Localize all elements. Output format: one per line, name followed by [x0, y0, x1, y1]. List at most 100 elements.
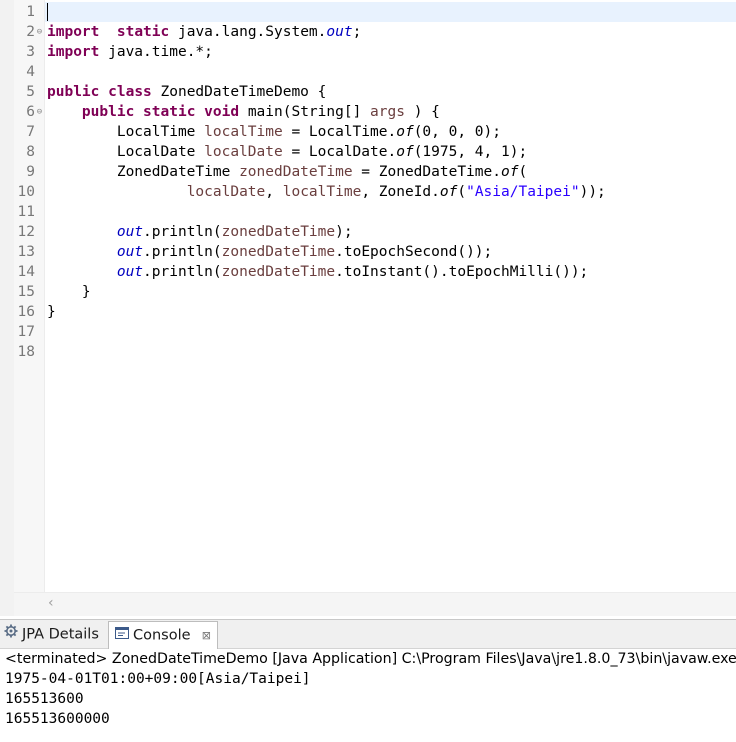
code-token: class — [108, 84, 152, 100]
code-token: = LocalTime. — [282, 124, 397, 140]
line-number: 13 — [17, 244, 35, 260]
code-line[interactable]: localDate, localTime, ZoneId.of("Asia/Ta… — [47, 182, 606, 202]
code-line[interactable]: public class ZonedDateTimeDemo { — [47, 82, 326, 102]
console-panel: JPA Details Console ⊠ <terminated> Zoned… — [0, 619, 736, 742]
code-token: zonedDateTime — [239, 164, 353, 180]
code-token: java.time.*; — [99, 44, 213, 60]
code-token: localDate — [186, 184, 266, 200]
line-number: 4 — [26, 64, 35, 80]
fold-toggle-icon[interactable]: ⊖ — [35, 22, 44, 42]
editor-left-ruler — [0, 0, 15, 616]
console-output-line: 1975-04-01T01:00+09:00[Asia/Taipei] — [5, 671, 311, 687]
line-number: 10 — [17, 184, 35, 200]
line-number: 16 — [17, 304, 35, 320]
code-line[interactable]: LocalTime localTime = LocalTime.of(0, 0,… — [47, 122, 501, 142]
code-token: zonedDateTime — [221, 244, 336, 260]
console-output-line: 165513600000 — [5, 711, 110, 727]
fold-toggle-icon[interactable]: ⊖ — [35, 102, 44, 122]
code-token: = LocalDate. — [282, 144, 397, 160]
code-token: ) { — [404, 104, 440, 120]
code-token: LocalTime — [47, 124, 205, 140]
code-token: of — [396, 144, 414, 160]
code-token: (0, 0, 0); — [413, 124, 501, 140]
code-token: zonedDateTime — [221, 264, 336, 280]
code-line[interactable]: out.println(zonedDateTime.toInstant().to… — [47, 262, 588, 282]
code-token: } — [47, 284, 91, 300]
line-number: 1 — [26, 4, 35, 20]
line-number: 14 — [17, 264, 35, 280]
code-token: ZonedDateTime — [47, 164, 240, 180]
code-line[interactable]: import java.time.*; — [47, 42, 213, 62]
console-icon — [115, 622, 129, 649]
code-token: import — [47, 24, 100, 40]
code-line[interactable]: out.println(zonedDateTime.toEpochSecond(… — [47, 242, 492, 262]
code-line[interactable]: } — [47, 302, 56, 322]
tab-console-label: Console — [133, 627, 191, 644]
code-line[interactable]: } — [47, 282, 91, 302]
line-number: 2 — [26, 24, 35, 40]
code-editor[interactable]: 1 2 ⊖ 3 4 5 6 ⊖ 7 8 9 10 11 12 13 14 15 16 17 18 import sta… — [0, 0, 736, 616]
tab-console[interactable]: Console ⊠ — [108, 621, 218, 649]
code-token: ( — [457, 184, 467, 200]
code-token: void — [204, 104, 240, 120]
line-number: 11 — [17, 204, 35, 220]
code-token: LocalDate — [47, 144, 205, 160]
code-token: ; — [352, 24, 362, 40]
code-token: args — [370, 104, 405, 120]
code-token: localDate — [204, 144, 283, 160]
code-token: , — [265, 184, 283, 200]
console-output-line: 165513600 — [5, 691, 84, 707]
line-number: 17 — [17, 324, 35, 340]
code-token: java.lang.System. — [169, 24, 327, 40]
tab-jpa-details[interactable]: JPA Details — [4, 622, 103, 647]
code-line[interactable]: import static java.lang.System.out; — [47, 22, 361, 42]
code-token: ); — [335, 224, 353, 240]
code-token: = ZonedDateTime. — [352, 164, 501, 180]
code-token: import — [47, 44, 100, 60]
code-token: .toEpochSecond()); — [335, 244, 493, 260]
code-token: .println( — [143, 264, 222, 280]
code-token: .toInstant().toEpochMilli()); — [335, 264, 589, 280]
code-token: out — [326, 24, 353, 40]
tab-jpa-details-label: JPA Details — [22, 626, 99, 643]
scroll-left-arrow-icon[interactable]: ‹ — [48, 595, 54, 611]
code-token: ZonedDateTimeDemo { — [151, 84, 327, 100]
gear-icon — [4, 622, 18, 647]
line-number: 3 — [26, 44, 35, 60]
code-token: out — [116, 264, 144, 280]
code-token: localTime — [204, 124, 283, 140]
code-token: , ZoneId. — [361, 184, 440, 200]
line-number: 6 — [26, 104, 35, 120]
code-token: of — [396, 124, 414, 140]
line-number: 5 — [26, 84, 35, 100]
code-token: public — [81, 104, 135, 120]
line-number: 7 — [26, 124, 35, 140]
code-token: "Asia/Taipei" — [466, 184, 580, 200]
code-token: out — [116, 224, 144, 240]
code-token: of — [500, 164, 519, 180]
line-number: 18 — [17, 344, 35, 360]
code-line[interactable]: ZonedDateTime zonedDateTime = ZonedDateT… — [47, 162, 527, 182]
code-line[interactable]: public static void main(String[] args ) … — [47, 102, 440, 122]
line-number: 9 — [26, 164, 35, 180]
horizontal-scrollbar[interactable]: ‹ — [14, 592, 736, 616]
code-token: zonedDateTime — [221, 224, 336, 240]
text-caret — [47, 3, 48, 21]
code-line[interactable]: out.println(zonedDateTime); — [47, 222, 353, 242]
code-token: .println( — [143, 244, 222, 260]
code-line[interactable]: LocalDate localDate = LocalDate.of(1975,… — [47, 142, 527, 162]
code-token: static — [116, 24, 170, 40]
code-token: )); — [579, 184, 606, 200]
code-token: public — [47, 84, 100, 100]
line-number-gutter: 1 2 ⊖ 3 4 5 6 ⊖ 7 8 9 10 11 12 13 14 15 16 17 18 — [14, 0, 45, 592]
close-icon[interactable]: ⊠ — [202, 622, 211, 649]
